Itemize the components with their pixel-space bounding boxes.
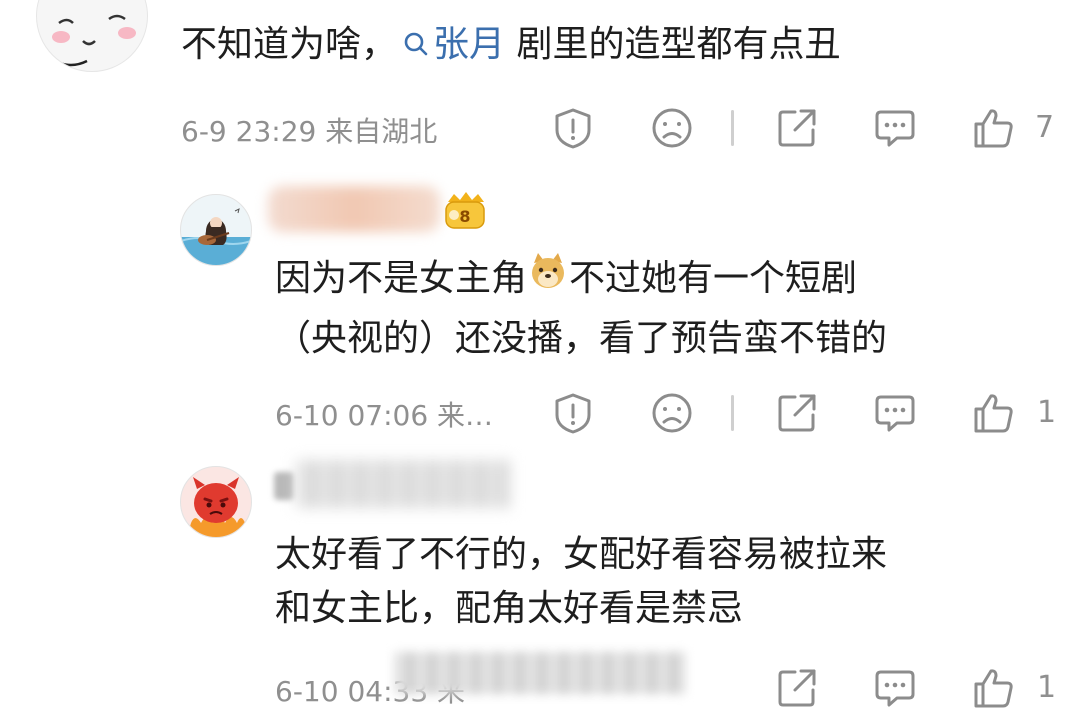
red-devil-avatar-art bbox=[187, 477, 245, 537]
avatar[interactable] bbox=[180, 466, 252, 538]
comment-text: 因为不是女主角 不过她有一个短剧 bbox=[275, 250, 857, 309]
doge-emoji-icon bbox=[528, 251, 568, 309]
comment-meta: 6-10 07:06 来… bbox=[275, 399, 494, 432]
comment-text-part: 不过她有一个短剧 bbox=[569, 258, 858, 299]
report-icon[interactable] bbox=[551, 106, 595, 150]
username-blurred[interactable] bbox=[274, 458, 510, 510]
comment-text: 太好看了不行的，女配好看容易被拉来 bbox=[275, 534, 888, 575]
comment-text-line2: 和女主比，配角太好看是禁忌 bbox=[275, 588, 744, 629]
mention-label: 张月 bbox=[433, 24, 506, 65]
divider bbox=[731, 110, 734, 146]
comment-icon[interactable] bbox=[873, 106, 917, 150]
report-icon[interactable] bbox=[551, 391, 595, 435]
topic-link[interactable]: 张月 bbox=[397, 24, 505, 65]
vip-badge-icon: 8 bbox=[440, 190, 488, 236]
like-icon[interactable] bbox=[972, 666, 1016, 710]
comment-text-part: 剧里的造型都有点丑 bbox=[505, 24, 841, 65]
share-icon[interactable] bbox=[775, 391, 819, 435]
share-icon[interactable] bbox=[775, 666, 819, 710]
search-icon bbox=[403, 17, 429, 75]
cat-avatar-art bbox=[46, 14, 136, 67]
dislike-icon[interactable] bbox=[650, 106, 694, 150]
like-count: 7 bbox=[1035, 110, 1055, 145]
like-count: 1 bbox=[1037, 670, 1057, 705]
comment-icon[interactable] bbox=[873, 666, 917, 710]
girl-guitar-avatar-art bbox=[181, 208, 251, 265]
comment-text: 不知道为啥， 张月 剧里的造型都有点丑 bbox=[181, 16, 840, 75]
like-count: 1 bbox=[1037, 395, 1057, 430]
like-icon[interactable] bbox=[972, 391, 1016, 435]
svg-text:8: 8 bbox=[459, 207, 470, 226]
avatar[interactable] bbox=[180, 194, 252, 266]
share-icon[interactable] bbox=[775, 106, 819, 150]
avatar[interactable] bbox=[36, 0, 148, 72]
dislike-icon[interactable] bbox=[650, 391, 694, 435]
comment-icon[interactable] bbox=[873, 391, 917, 435]
comment-text-part: 因为不是女主角 bbox=[275, 258, 528, 299]
comment-meta: 6-9 23:29 来自湖北 bbox=[181, 115, 438, 148]
comment-text-line2: （央视的）还没播，看了预告蛮不错的 bbox=[275, 318, 888, 359]
like-icon[interactable] bbox=[972, 106, 1016, 150]
divider bbox=[731, 395, 734, 431]
blurred-overlay bbox=[395, 652, 685, 694]
comment-text-part: 不知道为啥， bbox=[181, 24, 398, 65]
username-blurred[interactable] bbox=[268, 186, 440, 232]
